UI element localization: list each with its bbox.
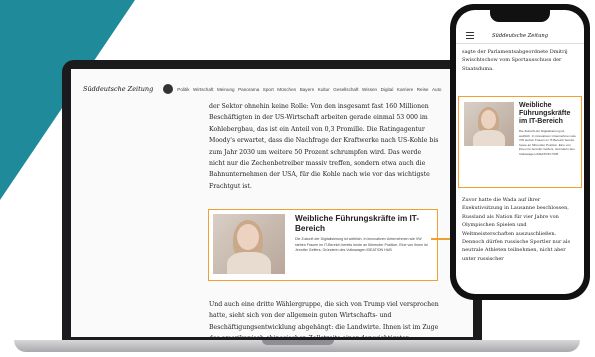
nav-item-gesellschaft[interactable]: Gesellschaft xyxy=(333,87,358,92)
nav-item-kultur[interactable]: Kultur xyxy=(318,87,330,92)
laptop-notch xyxy=(262,340,334,345)
phone-text-bottom: Zuvor hatte die Wada auf ihrer Exekutivs… xyxy=(462,197,571,262)
nav-item-panorama[interactable]: Panorama xyxy=(238,87,259,92)
nav-item-reise[interactable]: Reise xyxy=(417,87,429,92)
phone-teaser-card[interactable]: Weibliche Führungskräfte im IT-Bereich D… xyxy=(458,96,582,188)
teaser-title[interactable]: Weibliche Führungskräfte im IT-Bereich xyxy=(295,214,433,233)
phone-notch xyxy=(490,10,550,22)
phone-teaser-title[interactable]: Weibliche Führungskräfte im IT-Bereich xyxy=(519,102,576,126)
nav-item-politik[interactable]: Politik xyxy=(177,87,189,92)
phone-device: Süddeutsche Zeitung sagte der Parlaments… xyxy=(450,4,590,300)
nav-item-bayern[interactable]: Bayern xyxy=(300,87,315,92)
nav-item-meinung[interactable]: Meinung xyxy=(217,87,235,92)
nav-item-sport[interactable]: Sport xyxy=(263,87,274,92)
nav-item-muenchen[interactable]: München xyxy=(277,87,296,92)
article-paragraph-bottom: Und auch eine dritte Wählergruppe, die s… xyxy=(209,301,439,337)
phone-teaser-image xyxy=(464,102,514,146)
nav-item-karriere[interactable]: Karriere xyxy=(397,87,413,92)
site-logo[interactable]: Süddeutsche Zeitung xyxy=(83,85,153,93)
phone-teaser-description: Die Zukunft der Digitalisierung ist weib… xyxy=(519,129,576,156)
phone-text-top: sagte der Parlamentsabgeordnete Dmitrij … xyxy=(462,49,568,72)
phone-logo[interactable]: Süddeutsche Zeitung xyxy=(492,33,548,39)
teaser-description: Die Zukunft der Digitalisierung ist weib… xyxy=(295,237,428,252)
laptop-screen: Süddeutsche Zeitung Politik Wirtschaft M… xyxy=(71,69,473,337)
nav-item-wissen[interactable]: Wissen xyxy=(362,87,377,92)
phone-screen: Süddeutsche Zeitung sagte der Parlaments… xyxy=(456,10,584,294)
nav-item-auto[interactable]: Auto xyxy=(432,87,441,92)
laptop-device: Süddeutsche Zeitung Politik Wirtschaft M… xyxy=(62,60,482,345)
teaser-image xyxy=(213,214,285,274)
article-paragraph-top: der Sektor ohnehin keine Rolle: Von den … xyxy=(209,103,439,190)
site-nav-bar: Süddeutsche Zeitung Politik Wirtschaft M… xyxy=(71,81,473,97)
hamburger-icon[interactable] xyxy=(466,32,474,39)
phone-header: Süddeutsche Zeitung xyxy=(456,28,584,44)
teaser-card[interactable]: Weibliche Führungskräfte im IT-Bereich D… xyxy=(208,209,438,281)
menu-icon[interactable] xyxy=(163,84,174,94)
nav-item-wirtschaft[interactable]: Wirtschaft xyxy=(193,87,213,92)
nav-item-digital[interactable]: Digital xyxy=(381,87,394,92)
